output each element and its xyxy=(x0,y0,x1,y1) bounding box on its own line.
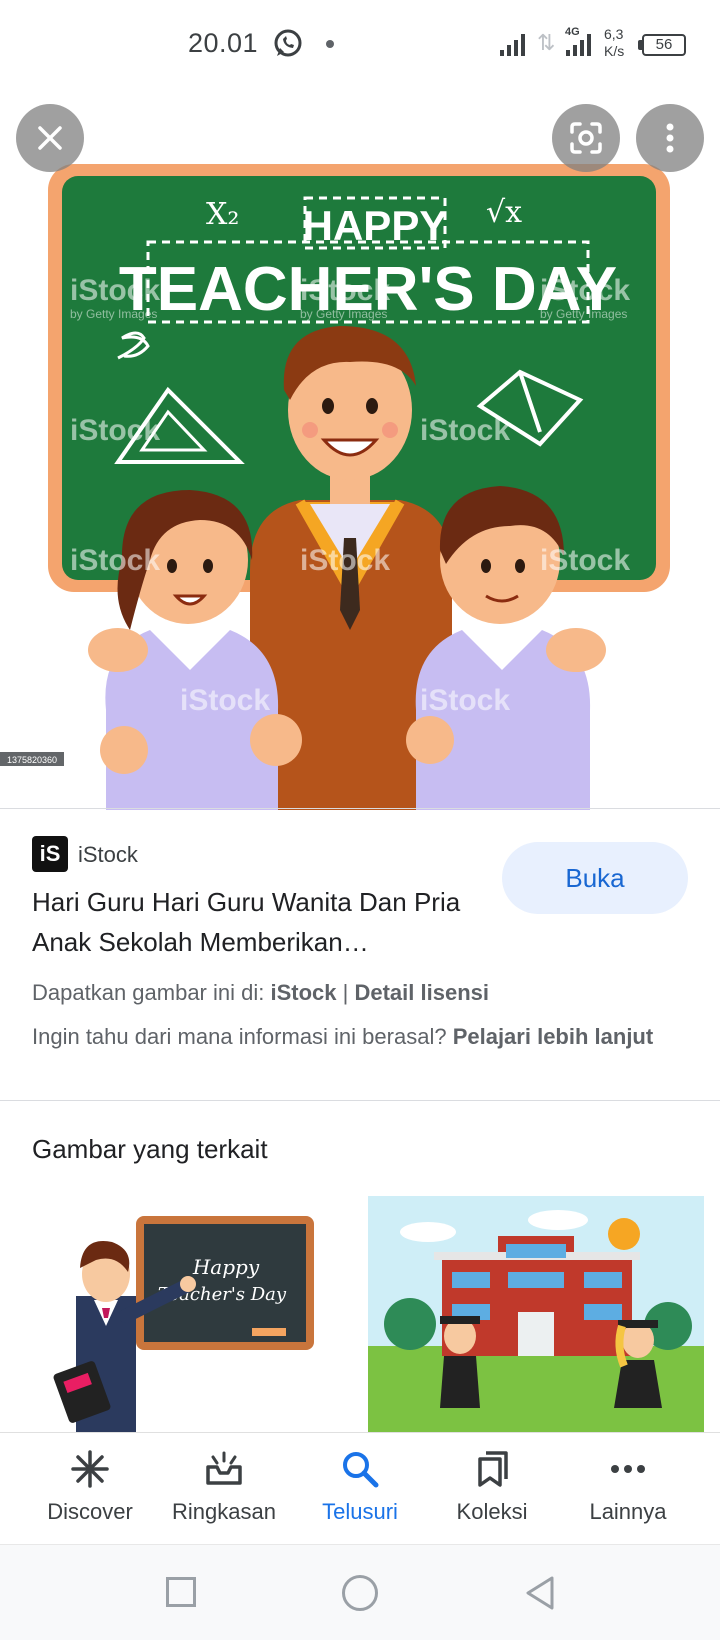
formula-right: √x xyxy=(486,195,522,230)
hero-image[interactable]: HAPPY TEACHER'S DAY X₂ √x iStock iStock … xyxy=(0,90,720,810)
close-button[interactable] xyxy=(16,104,84,172)
inbox-icon xyxy=(206,1451,242,1485)
info-prefix: Ingin tahu dari mana informasi ini beras… xyxy=(32,1024,447,1049)
nav-discover[interactable]: Discover xyxy=(18,1433,162,1545)
battery-level: 56 xyxy=(655,36,673,53)
search-icon xyxy=(343,1452,379,1488)
teachers-day-illustration: HAPPY TEACHER'S DAY X₂ √x iStock iStock … xyxy=(0,164,670,810)
related-image-2[interactable] xyxy=(368,1196,704,1432)
status-time: 20.01 xyxy=(188,28,259,58)
nav-ringkasan-label: Ringkasan xyxy=(172,1499,276,1524)
close-icon xyxy=(38,126,62,150)
nav-koleksi[interactable]: Koleksi xyxy=(420,1433,564,1545)
result-title[interactable]: Hari Guru Hari Guru Wanita Dan Pria Anak… xyxy=(32,882,492,962)
nav-lainnya-label: Lainnya xyxy=(589,1499,667,1524)
source-logo: iS xyxy=(32,836,68,872)
teacher-chalkboard-illustration: Happy Teacher's Day xyxy=(53,1216,314,1432)
open-button[interactable]: Buka xyxy=(502,842,688,914)
nav-telusuri-label: Telusuri xyxy=(322,1499,398,1524)
watermark-subs: by Getty Images by Getty Images by Getty… xyxy=(70,307,627,321)
related-heading: Gambar yang terkait xyxy=(32,1134,268,1164)
license-prefix: Dapatkan gambar ini di: xyxy=(32,980,265,1005)
more-vertical-icon xyxy=(666,123,674,153)
school-graduation-illustration xyxy=(368,1196,704,1432)
more-options-button[interactable] xyxy=(636,104,704,172)
svg-text:iStock: iStock xyxy=(540,544,630,577)
svg-text:iStock: iStock xyxy=(70,544,160,577)
formula-left: X₂ xyxy=(206,197,239,232)
license-detail-link[interactable]: Detail lisensi xyxy=(354,980,489,1005)
info-line: Ingin tahu dari mana informasi ini beras… xyxy=(32,1020,692,1053)
svg-text:iStock: iStock xyxy=(540,274,630,307)
back-button[interactable] xyxy=(524,1575,556,1611)
license-line: Dapatkan gambar ini di: iStock | Detail … xyxy=(32,980,692,1006)
svg-text:by Getty Images: by Getty Images xyxy=(540,307,627,321)
nav-ringkasan[interactable]: Ringkasan xyxy=(152,1433,296,1545)
divider xyxy=(0,808,720,809)
nav-telusuri[interactable]: Telusuri xyxy=(288,1433,432,1545)
recents-button[interactable] xyxy=(166,1577,196,1607)
lens-icon xyxy=(570,122,602,154)
signal-icon xyxy=(566,34,591,56)
system-navigation-bar xyxy=(0,1544,720,1640)
license-source-link[interactable]: iStock xyxy=(270,980,336,1005)
learn-more-link[interactable]: Pelajari lebih lanjut xyxy=(453,1024,654,1049)
svg-text:iStock: iStock xyxy=(300,274,390,307)
banner-line1: HAPPY xyxy=(303,202,448,249)
home-button[interactable] xyxy=(342,1575,378,1611)
related-image-1[interactable]: Happy Teacher's Day xyxy=(16,1196,352,1432)
svg-text:iStock: iStock xyxy=(180,684,270,717)
svg-text:iStock: iStock xyxy=(420,684,510,717)
divider xyxy=(0,1100,720,1101)
nav-lainnya[interactable]: Lainnya xyxy=(556,1433,700,1545)
image-id: 1375820360 xyxy=(7,755,57,765)
signal-icon xyxy=(500,34,525,56)
notification-dot-icon xyxy=(326,40,334,48)
whatsapp-icon xyxy=(274,29,302,57)
svg-text:iStock: iStock xyxy=(70,414,160,447)
battery-icon: 56 xyxy=(642,34,686,56)
lens-button[interactable] xyxy=(552,104,620,172)
status-bar: 20.01 ⇅ 4G 6,3 K/s 56 xyxy=(0,0,720,90)
nav-koleksi-label: Koleksi xyxy=(456,1499,528,1524)
svg-text:iStock: iStock xyxy=(300,544,390,577)
network-speed-unit: K/s xyxy=(604,43,625,59)
source-name: iStock xyxy=(78,842,138,867)
nav-discover-label: Discover xyxy=(47,1499,133,1524)
asterisk-icon xyxy=(71,1450,109,1488)
bottom-navigation: Discover Ringkasan Telusuri Koleksi Lain… xyxy=(0,1432,720,1544)
network-speed: 6,3 K/s xyxy=(604,26,624,60)
svg-text:iStock: iStock xyxy=(70,274,160,307)
svg-text:by Getty Images: by Getty Images xyxy=(70,307,157,321)
board-text-1: Happy xyxy=(192,1255,260,1279)
more-horizontal-icon xyxy=(611,1465,645,1473)
data-activity-icon: ⇅ xyxy=(537,30,556,55)
license-separator: | xyxy=(342,980,349,1005)
svg-text:iStock: iStock xyxy=(420,414,510,447)
network-speed-value: 6,3 xyxy=(604,26,624,42)
bookmark-icon xyxy=(478,1451,508,1487)
svg-text:by Getty Images: by Getty Images xyxy=(300,307,387,321)
